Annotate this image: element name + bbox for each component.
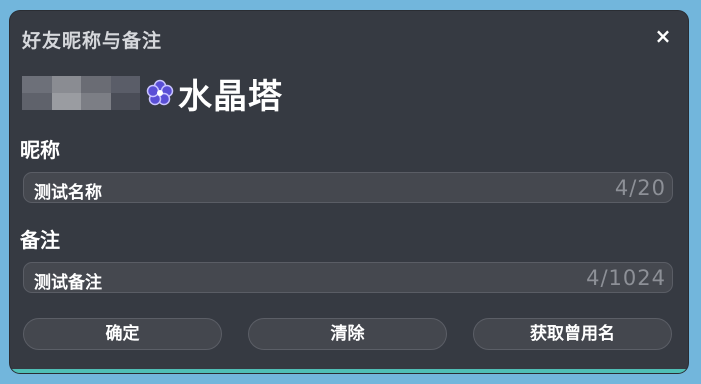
username: 水晶塔 xyxy=(178,76,283,117)
nickname-value: 测试名称 xyxy=(34,183,102,203)
remark-value: 测试备注 xyxy=(34,273,102,293)
avatar xyxy=(22,76,140,110)
nickname-input[interactable]: 测试名称 4/20 xyxy=(23,172,673,203)
confirm-button[interactable]: 确定 xyxy=(23,318,222,350)
remark-input[interactable]: 测试备注 4/1024 xyxy=(23,262,673,293)
flower-icon xyxy=(146,79,174,106)
dialog-title: 好友昵称与备注 xyxy=(22,30,163,52)
clear-button[interactable]: 清除 xyxy=(248,318,447,350)
user-row: 水晶塔 xyxy=(22,71,283,117)
remark-counter: 4/1024 xyxy=(586,266,666,290)
dialog-titlebar: 好友昵称与备注 × xyxy=(10,11,688,63)
remark-label: 备注 xyxy=(20,228,60,252)
nickname-label: 昵称 xyxy=(20,138,60,162)
close-icon[interactable]: × xyxy=(652,25,674,47)
get-former-names-button[interactable]: 获取曾用名 xyxy=(473,318,672,350)
accent-strip xyxy=(10,369,688,373)
nickname-counter: 4/20 xyxy=(614,176,666,200)
nickname-remark-dialog: 好友昵称与备注 × 水晶塔 昵称 测试名称 4/20 备注 测试备注 4/102… xyxy=(10,11,688,373)
